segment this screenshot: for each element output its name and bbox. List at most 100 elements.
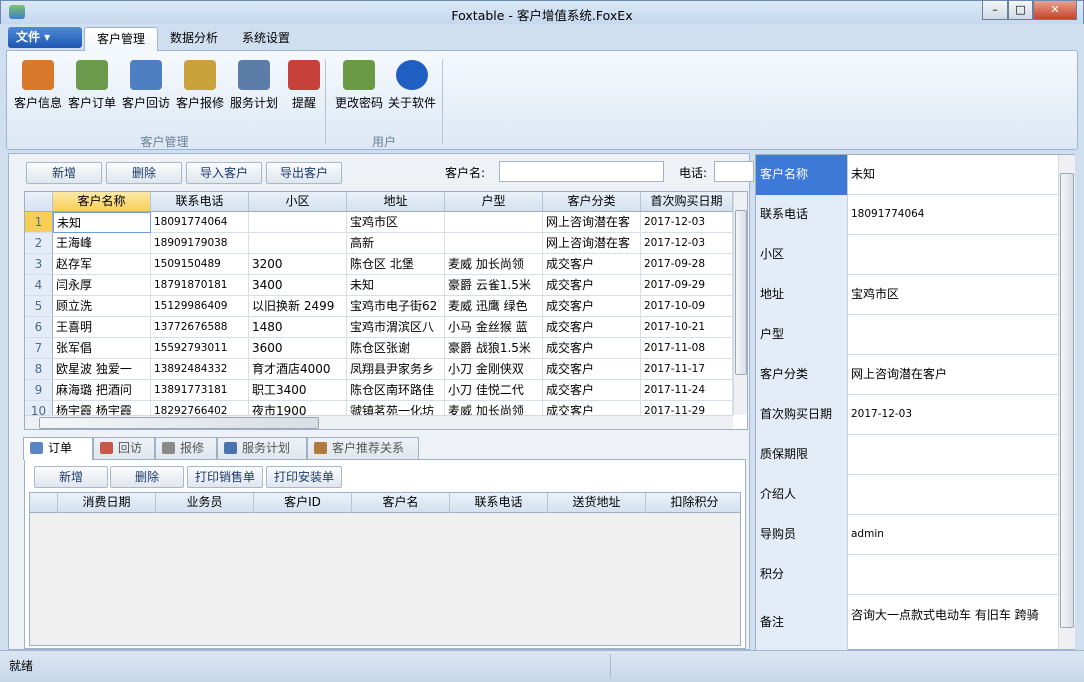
column-header[interactable]: 送货地址 [548, 493, 646, 513]
close-button[interactable]: ✕ [1033, 1, 1077, 20]
grid-cell[interactable]: 18091774064 [151, 212, 249, 233]
ribbon-tab-0[interactable]: 客户管理 [84, 27, 158, 51]
ribbon-button-0-0[interactable]: 客户信息 [11, 57, 65, 117]
delete-button[interactable]: 删除 [106, 162, 182, 184]
ribbon-button-0-1[interactable]: 客户订单 [65, 57, 119, 117]
grid-cell[interactable]: 成交客户 [543, 338, 641, 359]
grid-cell[interactable]: 2017-11-24 [641, 380, 733, 401]
export-customer-button[interactable]: 导出客户 [266, 162, 342, 184]
detail-scrollbar[interactable] [1058, 155, 1075, 649]
detail-value[interactable]: 2017-12-03 [851, 395, 1058, 435]
grid-cell[interactable]: 麦威 加长尚领 [445, 254, 543, 275]
grid-cell[interactable]: 2017-10-21 [641, 317, 733, 338]
grid-cell[interactable]: 王喜明 [53, 317, 151, 338]
grid-cell[interactable]: 2017-11-08 [641, 338, 733, 359]
table-row[interactable]: 5顾立洗15129986409以旧换新 2499宝鸡市电子街62麦威 迅鹰 绿色… [25, 296, 733, 317]
detail-value[interactable] [851, 235, 1058, 275]
grid-cell[interactable]: 小刀 金刚侠双 [445, 359, 543, 380]
ribbon-button-1-1[interactable]: 关于软件 [385, 57, 439, 117]
grid-cell[interactable] [445, 212, 543, 233]
detail-value[interactable]: 咨询大一点款式电动车 有旧车 跨骑 [851, 595, 1058, 651]
column-header[interactable]: 地址 [347, 192, 445, 212]
grid-cell[interactable]: 18791870181 [151, 275, 249, 296]
customer-name-input[interactable] [499, 161, 664, 182]
grid-cell[interactable]: 网上咨询潜在客 [543, 212, 641, 233]
minimize-button[interactable]: – [982, 1, 1008, 20]
grid-corner[interactable] [30, 493, 58, 513]
order-button-1[interactable]: 删除 [110, 466, 184, 488]
grid-cell[interactable]: 未知 [53, 212, 151, 233]
grid-cell[interactable]: 宝鸡市渭滨区八 [347, 317, 445, 338]
order-button-3[interactable]: 打印安装单 [266, 466, 342, 488]
grid-cell[interactable]: 高新 [347, 233, 445, 254]
bottom-tab-2[interactable]: 报修 [155, 437, 217, 459]
table-row[interactable]: 8欧星波 独爱一13892484332育才酒店4000凤翔县尹家务乡小刀 金刚侠… [25, 359, 733, 380]
grid-cell[interactable]: 麻海璐 把酒问 [53, 380, 151, 401]
grid-cell[interactable]: 以旧换新 2499 [249, 296, 347, 317]
grid-cell[interactable]: 2017-11-17 [641, 359, 733, 380]
grid-cell[interactable]: 1509150489 [151, 254, 249, 275]
grid-cell[interactable]: 陈仓区张谢 [347, 338, 445, 359]
grid-cell[interactable] [445, 233, 543, 254]
grid-cell[interactable]: 陈仓区南环路佳 [347, 380, 445, 401]
grid-cell[interactable] [249, 233, 347, 254]
column-header[interactable]: 户型 [445, 192, 543, 212]
grid-cell[interactable]: 2017-10-09 [641, 296, 733, 317]
column-header[interactable]: 客户名称 [53, 192, 151, 212]
grid-cell[interactable]: 1480 [249, 317, 347, 338]
grid-cell[interactable]: 网上咨询潜在客 [543, 233, 641, 254]
grid-cell[interactable]: 育才酒店4000 [249, 359, 347, 380]
grid-cell[interactable]: 18909179038 [151, 233, 249, 254]
detail-value[interactable]: admin [851, 515, 1058, 555]
grid-cell[interactable]: 豪爵 云雀1.5米 [445, 275, 543, 296]
grid-cell[interactable]: 凤翔县尹家务乡 [347, 359, 445, 380]
grid-cell[interactable]: 小马 金丝猴 蓝 [445, 317, 543, 338]
grid-cell[interactable]: 成交客户 [543, 296, 641, 317]
add-button[interactable]: 新增 [26, 162, 102, 184]
grid-cell[interactable]: 宝鸡市电子街62 [347, 296, 445, 317]
grid-cell[interactable]: 13772676588 [151, 317, 249, 338]
grid-cell[interactable]: 成交客户 [543, 380, 641, 401]
grid-cell[interactable] [249, 212, 347, 233]
grid-cell[interactable]: 15592793011 [151, 338, 249, 359]
column-header[interactable]: 扣除积分 [646, 493, 741, 513]
detail-value[interactable] [851, 475, 1058, 515]
grid-cell[interactable]: 赵存军 [53, 254, 151, 275]
grid-cell[interactable]: 闫永厚 [53, 275, 151, 296]
grid-corner[interactable] [25, 192, 53, 212]
import-customer-button[interactable]: 导入客户 [186, 162, 262, 184]
grid-horizontal-scrollbar[interactable] [25, 415, 733, 430]
grid-cell[interactable]: 顾立洗 [53, 296, 151, 317]
table-row[interactable]: 2王海峰18909179038高新网上咨询潜在客2017-12-03 [25, 233, 733, 254]
column-header[interactable]: 首次购买日期 [641, 192, 733, 212]
phone-input[interactable] [714, 161, 754, 182]
grid-cell[interactable]: 成交客户 [543, 275, 641, 296]
scroll-thumb[interactable] [735, 210, 747, 375]
grid-cell[interactable]: 陈仓区 北堡 [347, 254, 445, 275]
ribbon-tab-2[interactable]: 系统设置 [230, 27, 302, 51]
grid-cell[interactable]: 2017-12-03 [641, 212, 733, 233]
table-row[interactable]: 7张军倡155927930113600陈仓区张谢豪爵 战狼1.5米成交客户201… [25, 338, 733, 359]
grid-cell[interactable]: 13891773181 [151, 380, 249, 401]
column-header[interactable]: 客户分类 [543, 192, 641, 212]
ribbon-button-0-4[interactable]: 服务计划 [227, 57, 281, 117]
bottom-tab-3[interactable]: 服务计划 [217, 437, 307, 459]
column-header[interactable]: 联系电话 [450, 493, 548, 513]
ribbon-button-0-3[interactable]: 客户报修 [173, 57, 227, 117]
table-row[interactable]: 6王喜明137726765881480宝鸡市渭滨区八小马 金丝猴 蓝成交客户20… [25, 317, 733, 338]
detail-value[interactable] [851, 555, 1058, 595]
grid-cell[interactable]: 成交客户 [543, 254, 641, 275]
grid-cell[interactable]: 2017-12-03 [641, 233, 733, 254]
grid-cell[interactable]: 麦威 迅鹰 绿色 [445, 296, 543, 317]
bottom-tab-4[interactable]: 客户推荐关系 [307, 437, 419, 459]
column-header[interactable]: 小区 [249, 192, 347, 212]
table-row[interactable]: 4闫永厚187918701813400未知豪爵 云雀1.5米成交客户2017-0… [25, 275, 733, 296]
detail-value[interactable]: 18091774064 [851, 195, 1058, 235]
ribbon-button-0-2[interactable]: 客户回访 [119, 57, 173, 117]
grid-cell[interactable]: 张军倡 [53, 338, 151, 359]
maximize-button[interactable]: □ [1008, 1, 1033, 20]
grid-cell[interactable]: 15129986409 [151, 296, 249, 317]
column-header[interactable]: 业务员 [156, 493, 254, 513]
grid-cell[interactable]: 3400 [249, 275, 347, 296]
grid-cell[interactable]: 宝鸡市区 [347, 212, 445, 233]
